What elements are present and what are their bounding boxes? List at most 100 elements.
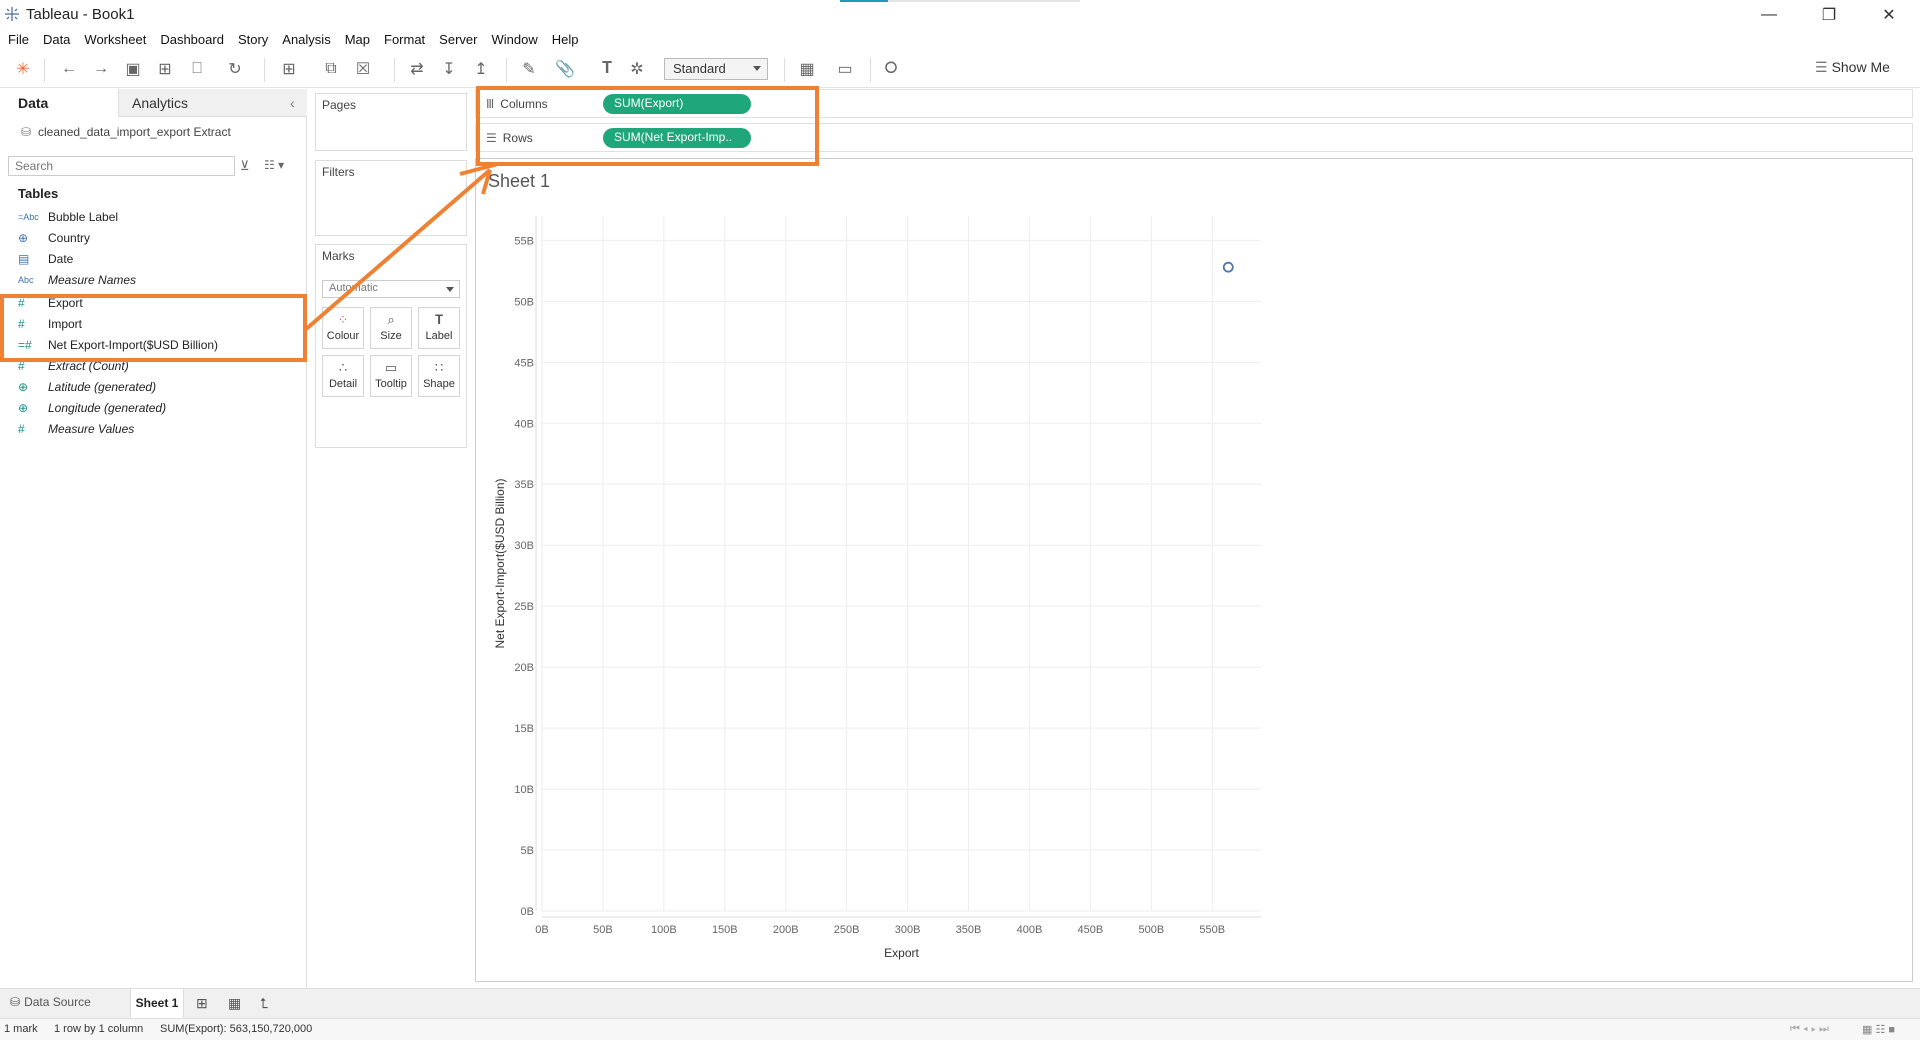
y-tick-label: 50B: [514, 296, 534, 308]
globe-icon: ⊕: [18, 231, 29, 245]
menu-bar: File Data Worksheet Dashboard Story Analysis M…: [0, 30, 1920, 50]
mark-type-select[interactable]: Automatic: [322, 280, 460, 298]
presentation-mode-icon[interactable]: ▭: [834, 58, 856, 80]
refresh-icon[interactable]: ↻: [224, 58, 246, 80]
show-cards-icon[interactable]: ▦: [796, 58, 818, 80]
detail-button[interactable]: ∴ Detail: [322, 355, 364, 397]
status-marks: 1 mark: [4, 1023, 38, 1035]
datasource-tab[interactable]: ⛁ Data Source: [10, 995, 91, 1009]
measure-hash-icon: #: [18, 422, 25, 436]
redo-icon[interactable]: →: [90, 58, 112, 80]
field-measure-names[interactable]: Abc Measure Names: [18, 270, 136, 290]
menu-help[interactable]: Help: [545, 30, 586, 50]
y-tick-label: 15B: [514, 723, 534, 735]
pause-updates-icon[interactable]: ⎕: [186, 58, 208, 80]
colour-button[interactable]: ⁘ Colour: [322, 307, 364, 349]
datasource-tab-icon: ⛁: [10, 995, 21, 1009]
filter-icon[interactable]: ⊻: [240, 158, 250, 174]
menu-data[interactable]: Data: [36, 30, 77, 50]
fields-highlight-box: [0, 294, 307, 362]
sheet-tabs-bar: ⛁ Data Source Sheet 1 ⊞ ▦ ⮤: [0, 988, 1920, 1019]
tab-data[interactable]: Data: [0, 89, 118, 117]
highlight-icon[interactable]: ✎: [518, 58, 540, 80]
x-tick-label: 200B: [773, 924, 799, 936]
menu-map[interactable]: Map: [338, 30, 377, 50]
new-datasource-icon[interactable]: ⊞: [154, 58, 176, 80]
menu-story[interactable]: Story: [231, 30, 275, 50]
menu-dashboard[interactable]: Dashboard: [153, 30, 231, 50]
restore-icon[interactable]: ❐: [1806, 0, 1852, 30]
filters-label: Filters: [322, 165, 355, 179]
duplicate-sheet-icon[interactable]: ⧉: [320, 58, 342, 80]
pages-shelf[interactable]: Pages: [315, 93, 467, 151]
grid-view-icons[interactable]: ▦ ☷ ■: [1862, 1023, 1895, 1036]
y-axis-title: Net Export-Import($USD Billion): [493, 478, 507, 648]
y-tick-label: 55B: [514, 235, 534, 247]
fix-axes-icon[interactable]: ✲: [626, 58, 648, 80]
tooltip-button[interactable]: ▭ Tooltip: [370, 355, 412, 397]
field-measure-values[interactable]: # Measure Values: [18, 419, 134, 439]
tab-sheet1[interactable]: Sheet 1: [130, 989, 184, 1019]
new-worksheet-icon[interactable]: ⊞: [278, 58, 300, 80]
share-icon[interactable]: ⭘: [880, 58, 902, 80]
y-tick-label: 10B: [514, 784, 534, 796]
menu-file[interactable]: File: [0, 30, 36, 50]
datasource-item[interactable]: ⛁ cleaned_data_import_export Extract: [21, 125, 231, 139]
shape-icon: ∷: [434, 360, 444, 375]
size-icon: ⌕: [387, 312, 395, 327]
menu-server[interactable]: Server: [432, 30, 484, 50]
show-mark-labels-icon[interactable]: 𝐓: [596, 58, 618, 80]
tab-analytics[interactable]: Analytics: [118, 89, 307, 117]
menu-analysis[interactable]: Analysis: [275, 30, 337, 50]
y-tick-label: 30B: [514, 540, 534, 552]
minimize-icon[interactable]: —: [1746, 0, 1792, 30]
search-input[interactable]: [8, 156, 235, 176]
marks-label: Marks: [322, 249, 355, 263]
new-dashboard-tab-icon[interactable]: ▦: [228, 995, 241, 1012]
field-country[interactable]: ⊕ Country: [18, 228, 90, 248]
field-date[interactable]: ▤ Date: [18, 249, 73, 269]
sort-descending-icon[interactable]: ↥: [470, 58, 492, 80]
status-bar: 1 mark 1 row by 1 column SUM(Export): 56…: [0, 1018, 1920, 1040]
collapse-pane-icon[interactable]: ‹: [290, 95, 295, 111]
shape-button[interactable]: ∷ Shape: [418, 355, 460, 397]
clear-sheet-icon[interactable]: ☒: [352, 58, 374, 80]
field-longitude[interactable]: ⊕ Longitude (generated): [18, 398, 166, 418]
undo-icon[interactable]: ←: [58, 58, 80, 80]
scatter-point: [1222, 261, 1234, 273]
y-tick-label: 25B: [514, 601, 534, 613]
detail-icon: ∴: [338, 360, 348, 375]
y-tick-label: 35B: [514, 479, 534, 491]
group-members-icon[interactable]: 📎: [554, 58, 576, 80]
colour-icon: ⁘: [337, 312, 349, 327]
new-story-tab-icon[interactable]: ⮤: [260, 995, 268, 1012]
close-icon[interactable]: ✕: [1866, 0, 1912, 30]
field-bubble-label[interactable]: =Abc Bubble Label: [18, 207, 118, 227]
x-axis-title: Export: [884, 946, 919, 960]
sheet-nav-icons[interactable]: ⏮ ◂ ▸ ⏭: [1790, 1023, 1829, 1036]
label-button[interactable]: 𝐓 Label: [418, 307, 460, 349]
fit-view-select[interactable]: Standard: [664, 58, 768, 80]
view-options-icon[interactable]: ☷ ▾: [264, 158, 284, 172]
y-tick-label: 40B: [514, 418, 534, 430]
filters-shelf[interactable]: Filters: [315, 160, 467, 236]
show-me-button[interactable]: ☰ Show Me: [1815, 59, 1890, 76]
menu-worksheet[interactable]: Worksheet: [77, 30, 153, 50]
globe-icon: ⊕: [18, 380, 29, 394]
x-tick-label: 300B: [895, 924, 921, 936]
worksheet-view[interactable]: Sheet 1 0B 5B 10B 15B 20B 25B 30B 35B 40B 45B 50B 5…: [475, 158, 1913, 982]
size-button[interactable]: ⌕ Size: [370, 307, 412, 349]
pages-label: Pages: [322, 98, 357, 112]
save-icon[interactable]: ▣: [122, 58, 144, 80]
tables-heading: Tables: [18, 186, 59, 201]
new-worksheet-tab-icon[interactable]: ⊞: [196, 995, 208, 1012]
menu-window[interactable]: Window: [484, 30, 544, 50]
sort-ascending-icon[interactable]: ↧: [438, 58, 460, 80]
title-bar: Tableau - Book1 — ❐ ✕: [0, 0, 1920, 30]
tableau-home-icon[interactable]: ✳: [12, 58, 34, 80]
x-tick-label: 50B: [593, 924, 613, 936]
swap-rows-columns-icon[interactable]: ⇄: [406, 58, 428, 80]
menu-format[interactable]: Format: [377, 30, 432, 50]
field-latitude[interactable]: ⊕ Latitude (generated): [18, 377, 156, 397]
x-tick-label: 500B: [1138, 924, 1164, 936]
